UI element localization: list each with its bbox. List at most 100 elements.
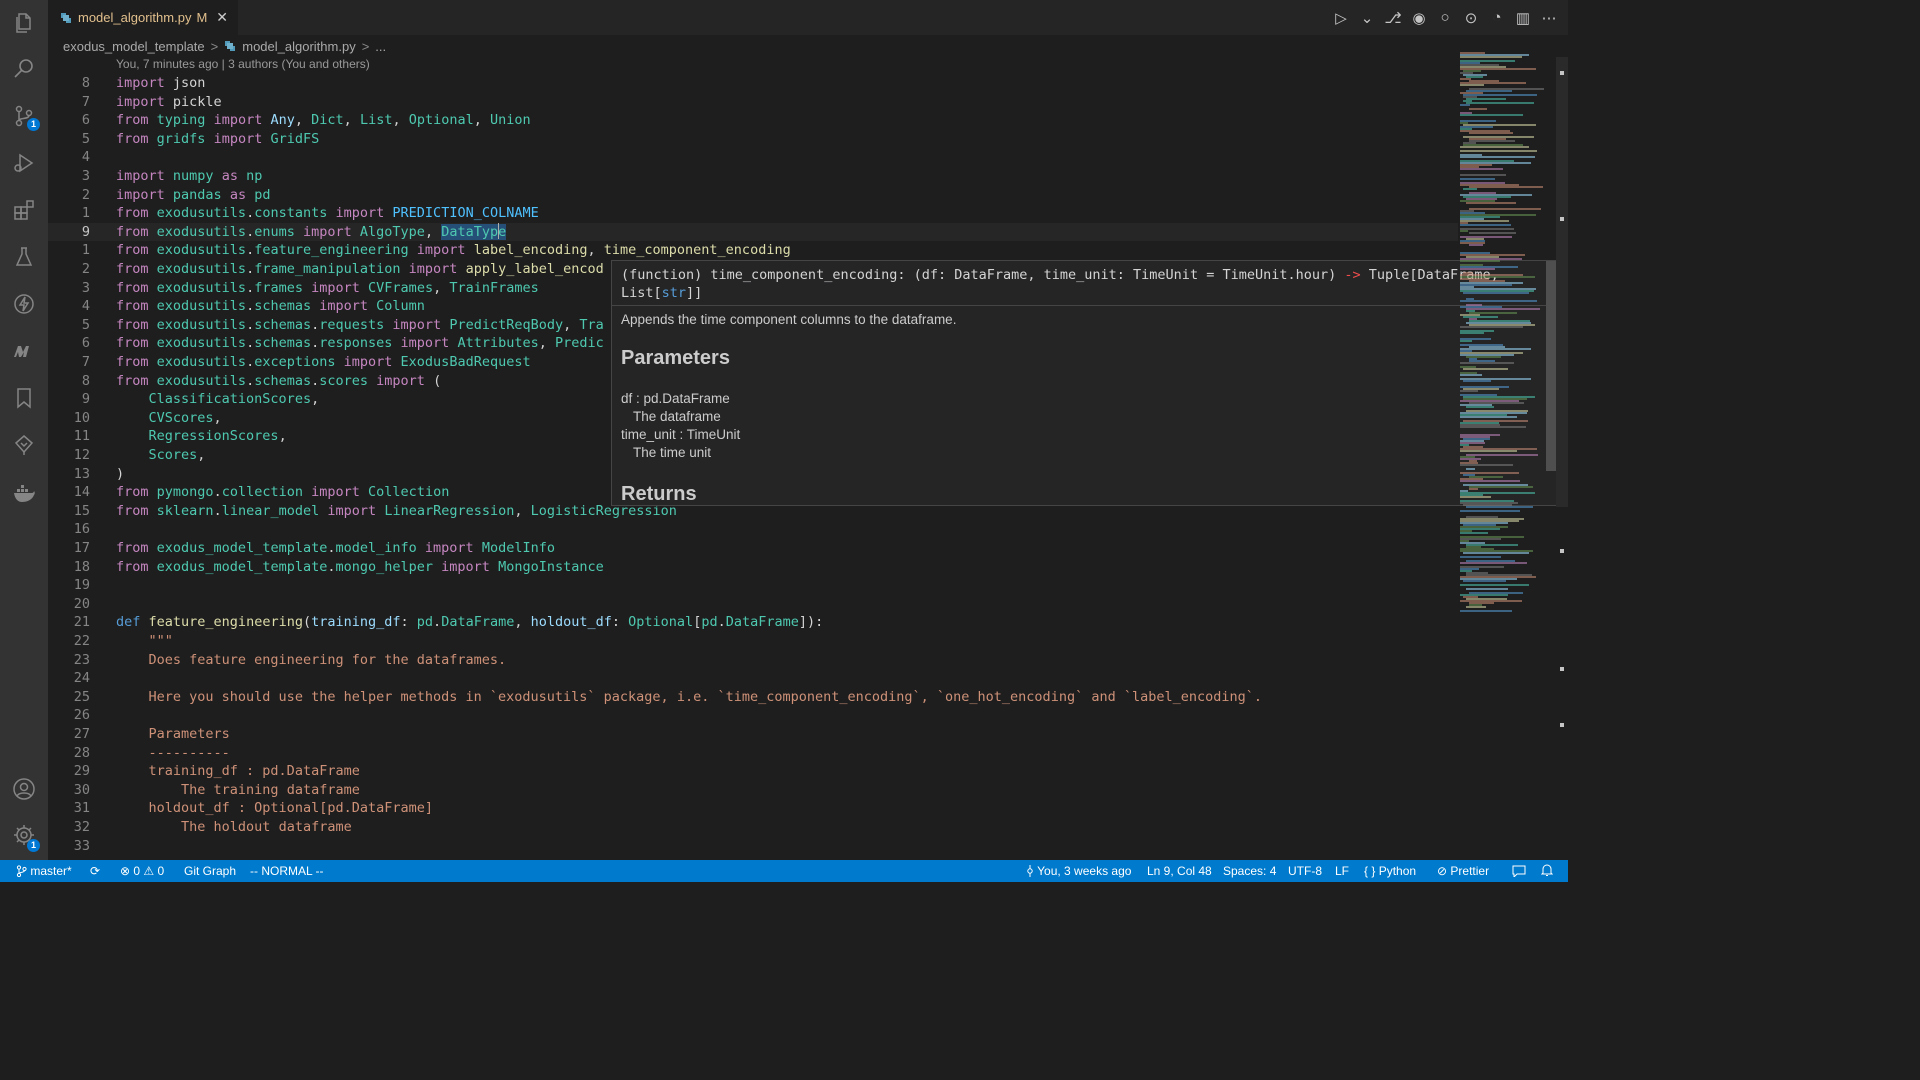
code-line[interactable]: 32 The holdout dataframe [48,818,1458,837]
code-line[interactable]: 5 from gridfs import GridFS [48,130,1458,149]
feedback-icon[interactable] [1512,860,1526,882]
minimap-line [1460,562,1527,564]
code-token: DataType [441,223,507,240]
line-number: 20 [73,595,90,612]
search-icon[interactable] [0,46,48,92]
code-token: from [116,112,149,129]
scrollbar-thumb[interactable] [1556,57,1568,507]
breadcrumb-folder[interactable]: exodus_model_template [63,39,205,54]
code-line[interactable]: 20 [48,595,1458,614]
next-change-icon[interactable]: ⊙ [1462,9,1480,27]
settings-gear-icon[interactable]: 1 [0,812,48,858]
minimap-line [1460,326,1523,328]
line-number: 1 [81,205,90,222]
cursor-position[interactable]: Ln 9, Col 48 [1147,860,1212,882]
notifications-bell-icon[interactable] [1540,860,1554,882]
previous-change-icon[interactable]: ○ [1436,9,1454,26]
line-number: 15 [73,502,90,519]
code-line[interactable]: 1 from exodusutils.feature_engineering im… [48,241,1458,260]
open-changes-icon[interactable]: ⎇ [1384,9,1402,27]
branch-indicator[interactable]: master* [16,860,72,882]
code-token: model_info [335,540,417,556]
code-token: , [343,112,360,129]
code-line[interactable]: 9 from exodusutils.enums import AlgoType,… [48,222,1458,242]
code-line[interactable]: 22 """ [48,632,1458,651]
source-control-icon[interactable]: 1 [0,93,48,139]
minimap-line [1466,588,1508,590]
language-mode[interactable]: { } Python [1364,860,1416,882]
code-line[interactable]: 17 from exodus_model_template.model_info … [48,539,1458,558]
code-line[interactable]: 7 import pickle [48,93,1458,112]
indentation[interactable]: Spaces: 4 [1223,860,1276,882]
extensions-icon[interactable] [0,187,48,233]
code-line[interactable]: 29 training_df : pd.DataFrame [48,762,1458,781]
code-line[interactable]: 31 holdout_df : Optional[pd.DataFrame] [48,799,1458,818]
code-text: from exodusutils.schemas import Column [116,297,425,316]
run-dropdown-icon[interactable]: ⌄ [1358,9,1376,27]
code-line[interactable]: 27 Parameters [48,725,1458,744]
code-line[interactable]: 24 [48,669,1458,688]
problems-indicator[interactable]: ⊗ 0 ⚠ 0 [120,860,164,882]
code-token: exodusutils [156,279,247,296]
run-debug-icon[interactable] [0,140,48,186]
tab-filename: model_algorithm.py [78,10,192,25]
codelens-blame[interactable]: You, 7 minutes ago | 3 authors (You and … [116,57,370,71]
minimap-line [1460,464,1513,466]
code-token: Optional [628,614,694,631]
code-line[interactable]: 23 Does feature engineering for the data… [48,651,1458,670]
code-line[interactable]: 26 [48,706,1458,725]
code-token: collection [221,484,303,501]
explorer-icon[interactable] [0,0,48,46]
code-token: import [441,558,490,575]
git-lens-icon[interactable]: ◉ [1410,9,1428,27]
git-graph-button[interactable]: Git Graph [184,860,236,882]
code-line[interactable]: 1 from exodusutils.constants import PREDI… [48,204,1458,223]
code-token: , [538,335,556,352]
code-line[interactable]: 16 [48,520,1458,539]
editor-scrollbar[interactable] [1556,35,1568,860]
breadcrumb-symbols[interactable]: ... [375,39,386,54]
run-file-button[interactable]: ▷ [1332,9,1350,27]
code-line[interactable]: 25 Here you should use the helper method… [48,688,1458,707]
tab-close-icon[interactable]: ✕ [216,9,228,26]
code-line[interactable]: 8 import json [48,74,1458,93]
docker-icon[interactable] [0,470,48,516]
code-line[interactable]: 21 def feature_engineering(training_df: p… [48,613,1458,632]
code-line[interactable]: 18 from exodus_model_template.mongo_helpe… [48,558,1458,577]
code-token: Union [490,112,531,129]
code-line[interactable]: 28 ---------- [48,744,1458,763]
blame-status[interactable]: You, 3 weeks ago [1026,860,1131,882]
account-icon[interactable] [0,766,48,812]
lightning-icon[interactable] [0,281,48,327]
tab-model-algorithm[interactable]: model_algorithm.py M ✕ [48,0,238,35]
breadcrumb-file[interactable]: model_algorithm.py [242,39,355,54]
sync-button[interactable]: ⟳ [90,860,100,882]
mongodb-icon[interactable] [0,328,48,374]
code-line[interactable]: 6 from typing import Any, Dict, List, Opt… [48,111,1458,130]
minimap[interactable] [1460,52,1556,860]
bookmarks-icon[interactable] [0,375,48,421]
code-line[interactable]: 33 [48,837,1458,856]
more-actions-icon[interactable]: ⋯ [1540,9,1558,27]
encoding[interactable]: UTF-8 [1288,860,1322,882]
code-token: , [278,428,287,445]
code-line[interactable]: 2 import pandas as pd [48,186,1458,205]
code-line[interactable]: 4 [48,148,1458,167]
minimap-line [1466,454,1538,456]
git-graph-icon[interactable] [0,422,48,468]
end-of-line[interactable]: LF [1335,860,1349,882]
code-token: pymongo [156,484,214,501]
prettier-status[interactable]: ⊘ Prettier [1437,860,1489,882]
code-token: , [587,242,604,259]
code-token: constants [254,205,328,222]
split-editor-icon[interactable]: ▥ [1514,9,1532,27]
code-line[interactable]: 3 import numpy as np [48,167,1458,186]
code-text: from exodusutils.frames import CVFrames,… [116,279,539,298]
testing-icon[interactable] [0,234,48,280]
code-line[interactable]: 19 [48,576,1458,595]
timeline-icon[interactable]: ◔ [1488,9,1506,26]
code-line[interactable]: 30 The training dataframe [48,781,1458,800]
